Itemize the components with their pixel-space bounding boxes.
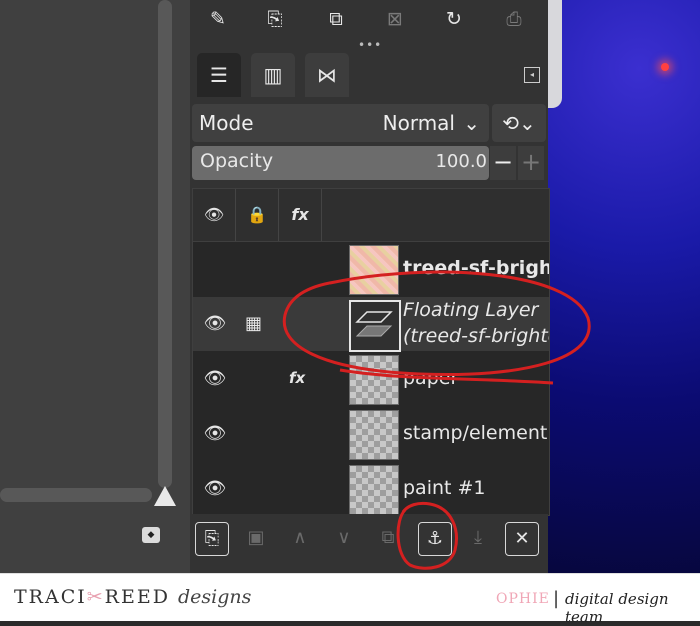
layers-tab[interactable]: ☰ [197,53,241,97]
eye-icon[interactable]: 👁 [203,313,227,334]
navigate-button[interactable]: ◆ [142,527,160,543]
dock-handle[interactable]: ••• [358,38,382,52]
lower-layer-button[interactable]: ∨ [328,522,360,554]
layer-name: stamp/element [403,422,548,444]
eye-icon[interactable]: 👁 [203,478,227,499]
brand-script: designs [178,586,252,608]
layers-list-header: 👁 🔒 fx [193,189,549,242]
team-label: digital design team [565,590,669,626]
layer-row-selected[interactable]: 👁 ▦ Floating Layer (treed-sf-brighte [193,297,550,352]
layer-row[interactable]: 👁 paint #1 [193,462,549,515]
layer-thumbnail [349,465,399,515]
delete-layer-button[interactable]: ✕ [505,522,539,556]
brand-logo: TRACI✂REED designs [14,586,251,608]
floating-thumb-graphic [355,311,393,337]
background-image [548,0,700,573]
new-layer-button[interactable]: ⎘ [195,522,229,556]
layer-thumbnail [349,245,399,295]
mode-label: Mode [199,111,254,135]
brand-last: REED [104,586,170,608]
opacity-label: Opacity [200,150,274,172]
layer-name: paper [403,367,459,389]
chevron-down-icon: ⌄ [463,111,480,135]
layer-row[interactable]: 👁 stamp/element [193,407,549,461]
window-edge [548,0,562,108]
dock-toolbar [190,0,548,40]
designer-name: OPHIE [496,591,550,607]
fx-column-icon[interactable]: fx [279,189,322,241]
opacity-slider[interactable]: Opacity 100.0 [192,146,489,180]
export-icon[interactable]: ⎙ [501,6,527,32]
branding-footer: TRACI✂REED designs OPHIE | digital desig… [0,573,700,626]
merge-layer-button[interactable]: ⤓ [462,522,494,554]
duplicate-layer-icon[interactable]: ⧉ [323,6,349,32]
duplicate-layer-button[interactable]: ⧉ [372,522,404,554]
delete-layer-icon[interactable]: ⊠ [382,6,408,32]
pointer-arrow-icon [154,486,176,506]
opacity-increase-button[interactable]: + [518,146,544,180]
channels-tab[interactable]: ▥ [251,53,295,97]
composite-mode-button[interactable]: ⟲⌄ [492,104,546,142]
lock-column-icon[interactable]: 🔒 [236,189,279,241]
canvas-horizontal-scrollbar[interactable] [0,488,152,502]
fx-icon[interactable]: fx [289,369,305,387]
eye-icon[interactable]: 👁 [203,368,227,389]
layer-thumbnail [349,410,399,460]
brand-first: TRACI [14,586,87,608]
paths-tab[interactable]: ⋈ [305,53,349,97]
layer-row[interactable]: 👁 fx paper [193,352,549,406]
mode-value: Normal [382,111,455,135]
canvas-vertical-scrollbar[interactable] [158,0,172,488]
edit-layer-attributes-icon[interactable]: ✎ [205,6,231,32]
layer-name-line1: Floating Layer [403,299,539,321]
layer-thumbnail [349,355,399,405]
eye-icon[interactable]: 👁 [203,423,227,444]
footer-separator: | [553,588,560,609]
opacity-decrease-button[interactable]: − [490,146,516,180]
floating-layer-thumbnail [349,300,401,352]
anchor-layer-button[interactable]: ⚓ [418,522,452,556]
visibility-column-icon[interactable]: 👁 [193,189,236,241]
opacity-value: 100.0 [435,151,487,172]
layer-mode-dropdown[interactable]: Mode Normal ⌄ [192,104,489,142]
layer-name: paint #1 [403,477,486,499]
layer-name-line2: (treed-sf-brighte [403,325,550,347]
layer-name: treed-sf-bright [403,257,550,279]
new-layer-group-button[interactable]: ▣ [240,522,272,554]
layer-row[interactable]: treed-sf-bright [193,242,549,296]
layers-list: 👁 🔒 fx treed-sf-bright 👁 ▦ Floating Laye… [192,188,550,516]
raise-layer-button[interactable]: ∧ [284,522,316,554]
floating-selection-icon: ▦ [245,313,263,334]
panel-menu-icon[interactable]: ◂ [524,67,540,83]
bow-icon: ✂ [86,586,105,608]
red-light [661,63,669,71]
refresh-icon[interactable]: ↻ [441,6,467,32]
new-layer-icon[interactable]: ⎘ [262,6,288,32]
